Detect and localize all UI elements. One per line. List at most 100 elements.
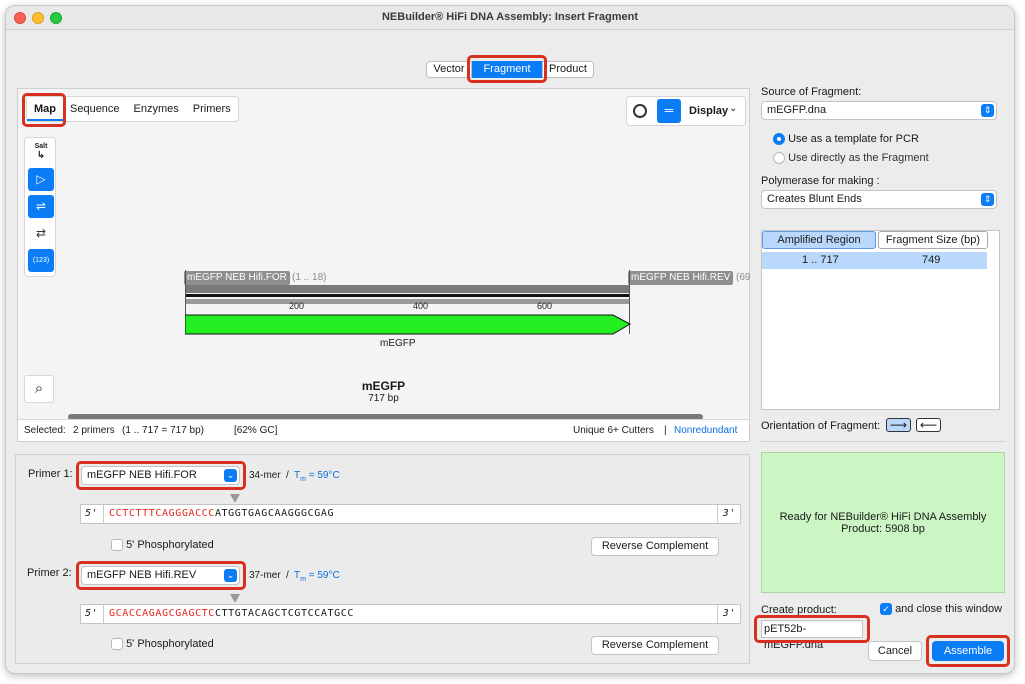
tab-primers[interactable]: Primers — [186, 97, 238, 121]
primer1-select[interactable]: mEGFP NEB Hifi.FOR ⌄ — [81, 466, 240, 485]
primer-for-range: (1 .. 18) — [292, 272, 327, 283]
orientation-forward-icon[interactable]: ⟶ — [886, 418, 911, 432]
option-direct-fragment[interactable]: Use directly as the Fragment — [773, 152, 929, 165]
circular-view-icon[interactable] — [633, 104, 647, 118]
swap-tool-icon[interactable]: ⇄ — [28, 222, 54, 245]
primer1-sequence[interactable]: CCTCTTTCAGGGACCCATGGTGAGCAAGGGCGAG — [109, 505, 334, 523]
divider — [103, 605, 104, 623]
salt-tool-icon[interactable]: Salt ↳ — [29, 142, 53, 161]
primer2-name: mEGFP NEB Hifi.REV — [87, 569, 197, 581]
close-window-option[interactable]: ✓ and close this window — [880, 603, 1003, 616]
option-template-pcr[interactable]: Use as a template for PCR — [773, 133, 919, 146]
primer1-anneal: ATGGTGAGCAAGGGCGAG — [214, 508, 335, 519]
cutters-link[interactable]: Unique 6+ Cutters — [573, 420, 654, 441]
divider — [103, 505, 104, 523]
primer1-label: Primer 1: — [28, 468, 73, 480]
strand-tool-icon[interactable]: ⇌ — [28, 195, 54, 218]
size-column-header[interactable]: Fragment Size (bp) — [878, 231, 988, 249]
tab-map[interactable]: Map — [27, 97, 63, 121]
map-tabs: Map Sequence Enzymes Primers — [26, 96, 239, 122]
orientation-reverse-icon[interactable]: ⟵ — [916, 418, 941, 432]
chevron-updown-icon: ⇕ — [981, 104, 994, 117]
status-separator: | — [664, 425, 667, 436]
primer1-position-marker[interactable] — [230, 494, 240, 503]
primer2-reverse-complement-button[interactable]: Reverse Complement — [591, 636, 719, 655]
tab-fragment[interactable]: Fragment — [472, 61, 542, 78]
nonredundant-link[interactable]: Nonredundant — [674, 420, 737, 441]
selected-primers: 2 primers — [73, 425, 115, 436]
primer1-tm: Tm = 59°C — [294, 470, 340, 483]
tab-enzymes[interactable]: Enzymes — [127, 97, 186, 121]
primer1-three-prime: 3' — [722, 508, 736, 519]
tick-600: 600 — [537, 301, 553, 311]
source-file-select[interactable]: mEGFP.dna ⇕ — [761, 101, 997, 120]
tm-subscript: m — [300, 476, 306, 483]
primer1-sequence-field[interactable]: 5' CCTCTTTCAGGGACCCATGGTGAGCAAGGGCGAG 3' — [80, 504, 741, 524]
close-option-label: and close this window — [895, 603, 1003, 615]
selected-range: (1 .. 717 = 717 bp) — [122, 425, 205, 436]
radio-selected[interactable] — [773, 133, 785, 146]
chevron-down-icon[interactable]: ⌄ — [729, 103, 737, 114]
primer1-phos[interactable]: 5' Phosphorylated — [111, 539, 214, 552]
source-label: Source of Fragment: — [761, 86, 862, 98]
primer2-three-prime: 3' — [722, 608, 736, 619]
primer2-select[interactable]: mEGFP NEB Hifi.REV ⌄ — [81, 566, 240, 585]
tab-vector[interactable]: Vector — [426, 61, 472, 78]
primer2-sequence-field[interactable]: 5' GCACCAGAGCGAGCTCCTTGTACAGCTCGTCCATGCC… — [80, 604, 741, 624]
radio-unselected[interactable] — [773, 152, 785, 165]
sequence-length: 717 bp — [368, 393, 399, 404]
primer1-mer: 34-mer — [249, 470, 281, 481]
primer2-sequence[interactable]: GCACCAGAGCGAGCTCCTTGTACAGCTCGTCCATGCC — [109, 605, 354, 623]
sequence-ruler — [185, 299, 630, 304]
row-range: 1 .. 717 — [802, 254, 839, 266]
tm-value: = 59°C — [308, 470, 340, 481]
checkbox[interactable] — [111, 539, 123, 552]
feature-label: mEGFP — [380, 338, 416, 349]
primer2-anneal: CTTGTACAGCTCGTCCATGCC — [214, 608, 354, 619]
checkbox[interactable] — [111, 638, 123, 651]
orientation-label: Orientation of Fragment: — [761, 420, 881, 432]
feature-tool-icon[interactable]: ▷ — [28, 168, 54, 191]
region-table: Amplified Region Fragment Size (bp) 1 ..… — [761, 230, 1000, 410]
phos-label: 5' Phosphorylated — [126, 638, 214, 650]
primer-bar — [185, 285, 630, 293]
primer-panel: Primer 1: mEGFP NEB Hifi.FOR ⌄ 34-mer / … — [15, 454, 750, 664]
primer2-mer: 37-mer — [249, 570, 281, 581]
product-name-input[interactable]: pET52b-mEGFP.dna — [761, 620, 863, 651]
table-row[interactable]: 1 .. 717 749 — [762, 252, 987, 269]
feature-arrow[interactable] — [185, 314, 631, 336]
assemble-button[interactable]: Assemble — [932, 641, 1004, 661]
primer2-tm: Tm = 59°C — [294, 570, 340, 583]
primer2-position-marker[interactable] — [230, 594, 240, 603]
linear-view-icon[interactable]: ═ — [657, 99, 681, 123]
create-product-label: Create product: — [761, 604, 837, 616]
tab-product[interactable]: Product — [542, 61, 594, 78]
primer2-label: Primer 2: — [27, 567, 72, 579]
primer-for-label[interactable]: mEGFP NEB Hifi.FOR — [184, 271, 290, 285]
numbers-tool-icon[interactable]: (123) — [28, 249, 54, 272]
tab-sequence[interactable]: Sequence — [63, 97, 127, 121]
primer2-five-prime: 5' — [85, 608, 99, 619]
window: NEBuilder® HiFi DNA Assembly: Insert Fra… — [5, 5, 1015, 674]
cancel-button[interactable]: Cancel — [868, 641, 922, 661]
tm-subscript: m — [300, 576, 306, 583]
primer-rev-label[interactable]: mEGFP NEB Hifi.REV — [628, 271, 734, 285]
region-column-header[interactable]: Amplified Region — [762, 231, 876, 249]
sequence-strand — [185, 294, 630, 297]
side-toolbar: Salt ↳ ▷ ⇌ ⇄ (123) — [24, 137, 56, 277]
selected-label: Selected: — [24, 425, 66, 436]
divider — [761, 441, 1005, 442]
primer1-tail: CCTCTTTCAGGGACCC — [109, 508, 215, 519]
divider — [717, 605, 718, 623]
primer1-reverse-complement-button[interactable]: Reverse Complement — [591, 537, 719, 556]
checkmark-icon[interactable]: ✓ — [880, 603, 892, 616]
polymerase-select[interactable]: Creates Blunt Ends ⇕ — [761, 190, 997, 209]
primer2-phos[interactable]: 5' Phosphorylated — [111, 638, 214, 651]
polymerase-label: Polymerase for making : — [761, 175, 880, 187]
sequence-name: mEGFP — [361, 379, 406, 393]
tick-200: 200 — [289, 301, 305, 311]
display-button[interactable]: Display — [689, 105, 728, 117]
map-panel: Map Sequence Enzymes Primers ═ Display ⌄… — [17, 88, 750, 442]
chevron-down-icon: ⌄ — [224, 469, 237, 482]
primer1-five-prime: 5' — [85, 508, 99, 519]
